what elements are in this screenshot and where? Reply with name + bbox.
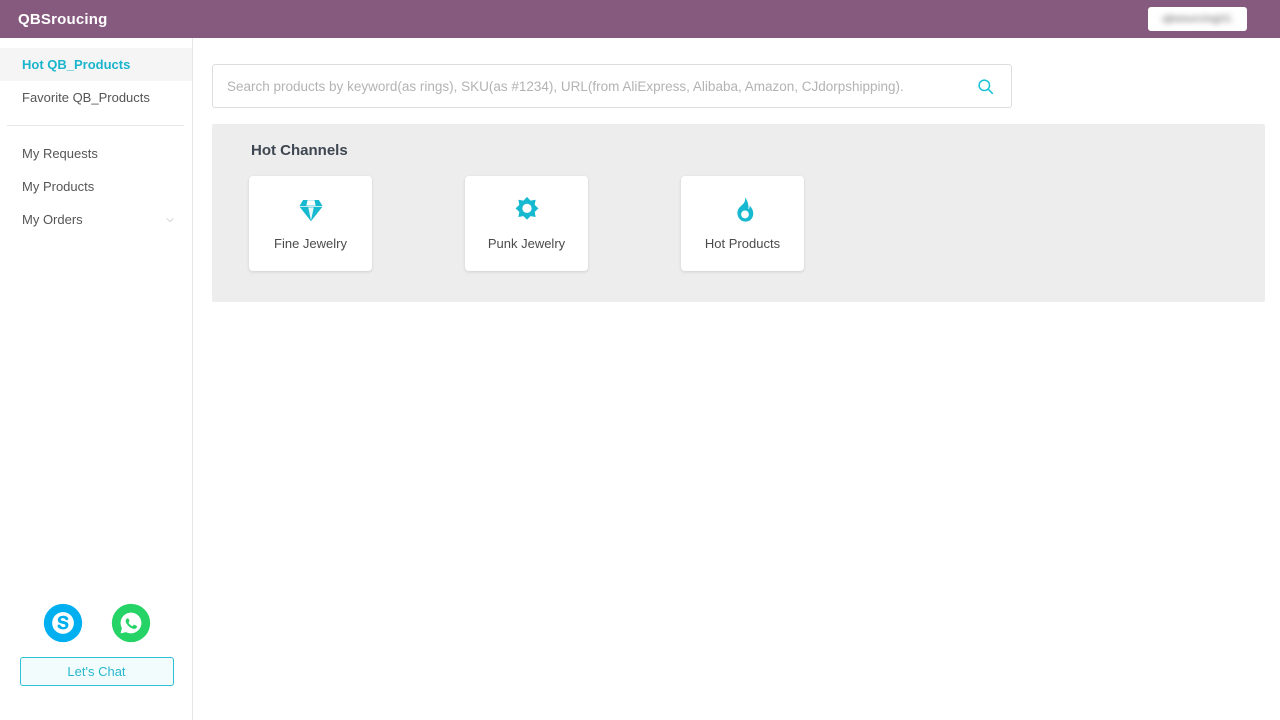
channel-card-hot-products[interactable]: Hot Products	[681, 176, 804, 271]
main-content: Hot Channels Fine Jewelry Punk Jewelry	[193, 38, 1280, 720]
brand-logo-text: QBSroucing	[18, 10, 108, 28]
sidebar-item-label: My Requests	[22, 146, 98, 161]
account-menu-button[interactable]: qbsourcing01	[1148, 7, 1247, 31]
chat-widget: Let's Chat	[0, 603, 193, 686]
sidebar-item-label: Hot QB_Products	[22, 57, 131, 72]
sidebar-item-label: Favorite QB_Products	[22, 90, 150, 105]
channel-card-punk-jewelry[interactable]: Punk Jewelry	[465, 176, 588, 271]
account-name-redacted: qbsourcing01	[1162, 13, 1233, 25]
sidebar-divider	[7, 125, 184, 126]
channel-card-label: Fine Jewelry	[274, 236, 347, 251]
whatsapp-icon[interactable]	[111, 603, 151, 643]
lets-chat-button[interactable]: Let's Chat	[19, 657, 174, 686]
sidebar: Hot QB_Products Favorite QB_Products My …	[0, 38, 193, 720]
hot-channels-panel: Hot Channels Fine Jewelry Punk Jewelry H…	[212, 124, 1265, 302]
chevron-down-icon	[166, 217, 174, 222]
panel-title: Hot Channels	[251, 142, 348, 159]
sidebar-item-hot-qb-products[interactable]: Hot QB_Products	[0, 48, 192, 81]
search-input[interactable]	[213, 65, 959, 107]
skype-icon[interactable]	[43, 603, 83, 643]
sidebar-item-label: My Orders	[22, 212, 83, 227]
channel-card-label: Punk Jewelry	[487, 236, 566, 251]
flame-icon	[736, 197, 753, 222]
sidebar-item-my-orders[interactable]: My Orders	[0, 203, 192, 236]
sidebar-item-label: My Products	[22, 179, 95, 194]
sidebar-item-favorite-qb-products[interactable]: Favorite QB_Products	[0, 81, 192, 114]
diamond-icon	[299, 199, 322, 222]
sunburst-icon	[515, 196, 538, 220]
sidebar-item-my-products[interactable]: My Products	[0, 170, 192, 203]
sidebar-primary-group: Hot QB_Products Favorite QB_Products My …	[0, 38, 192, 236]
top-header-bar: QBSroucing qbsourcing01	[0, 0, 1280, 38]
channel-card-fine-jewelry[interactable]: Fine Jewelry	[249, 176, 372, 271]
channel-card-label: Hot Products	[704, 236, 781, 251]
channel-card-list: Fine Jewelry Punk Jewelry Hot Products	[249, 176, 804, 271]
chat-icon-row	[0, 603, 193, 643]
sidebar-item-my-requests[interactable]: My Requests	[0, 137, 192, 170]
search-button[interactable]	[959, 65, 1011, 107]
search-bar	[212, 64, 1012, 108]
search-icon	[977, 78, 993, 94]
